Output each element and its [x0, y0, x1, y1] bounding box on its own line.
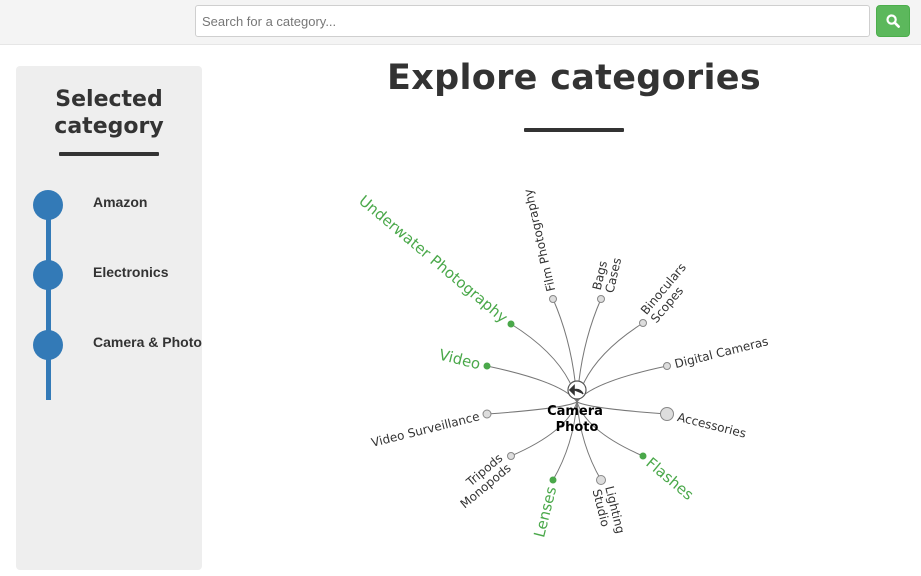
node-label: Accessories [676, 410, 748, 441]
tree-node-tripods-monopods[interactable]: TripodsMonopods [449, 451, 515, 511]
node-label: BagsCases [590, 254, 624, 295]
tree-node-binoculars-scopes[interactable]: BinocularsScopes [638, 260, 699, 327]
tree-node-video[interactable]: Video [437, 346, 491, 374]
current-category-label: Camera Photo [547, 404, 603, 435]
back-button[interactable] [567, 380, 587, 400]
node-label: Flashes [642, 454, 697, 504]
node-dot [596, 475, 606, 485]
node-dot [639, 319, 647, 327]
node-label: Video Surveillance [370, 409, 481, 449]
node-dot [549, 295, 557, 303]
node-label: Lenses [530, 484, 560, 539]
tree-node-flashes[interactable]: Flashes [639, 452, 697, 504]
node-dot [507, 452, 515, 460]
node-label: Film Photography [521, 188, 558, 293]
tree-node-video-surveillance[interactable]: Video Surveillance [370, 409, 492, 450]
node-dot [663, 362, 671, 370]
tree-node-film-photography[interactable]: Film Photography [521, 188, 558, 303]
node-label: Underwater Photography [355, 192, 511, 327]
link-binoculars-scopes [576, 322, 644, 403]
node-dot [597, 295, 605, 303]
tree-node-bags-cases[interactable]: BagsCases [590, 254, 624, 303]
node-dot [483, 362, 491, 370]
node-label: Video [437, 346, 482, 374]
node-label: Digital Cameras [673, 334, 770, 371]
node-label: LightingStudio [590, 485, 628, 539]
node-dot [507, 320, 515, 328]
node-dot [482, 409, 492, 419]
link-underwater-photography [510, 323, 578, 403]
node-dot [639, 452, 647, 460]
tree-node-digital-cameras[interactable]: Digital Cameras [663, 334, 770, 371]
node-label: TripodsMonopods [449, 451, 513, 511]
node-dot [549, 476, 557, 484]
tree-node-lighting-studio[interactable]: LightingStudio [590, 475, 628, 539]
tree-nodes: Film Photography BagsCases BinocularsScope… [355, 188, 769, 540]
node-dot [660, 407, 674, 421]
tree-node-underwater-photography[interactable]: Underwater Photography [355, 192, 515, 328]
tree-node-lenses[interactable]: Lenses [530, 476, 560, 539]
node-label: BinocularsScopes [638, 260, 699, 325]
tree-node-accessories[interactable]: Accessories [660, 407, 748, 441]
category-tree: Film Photography BagsCases BinocularsScope… [355, 188, 769, 540]
